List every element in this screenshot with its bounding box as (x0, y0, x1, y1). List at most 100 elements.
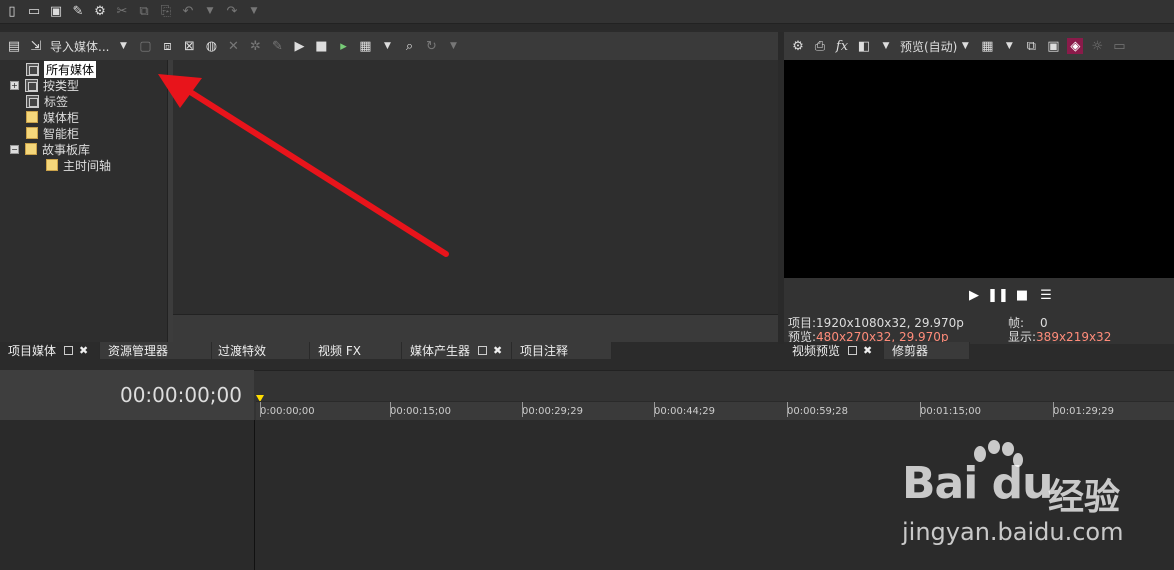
remove-unused-icon[interactable]: ⊠ (181, 38, 197, 54)
folder-icon (26, 111, 38, 123)
media-properties-icon[interactable]: ✎ (269, 38, 285, 54)
ruler-tick: 0:00:00;00 (260, 402, 315, 417)
track-headers[interactable] (0, 420, 255, 570)
display-info: 显示:389x219x32 (1008, 328, 1111, 345)
settings-icon[interactable]: ⚙ (92, 4, 108, 20)
expand-icon[interactable]: + (10, 80, 19, 90)
preview-toolbar: ⚙ ⎙ fx ◧ ▼ 预览(自动) ▼ ▦ ▼ ⧉ ▣ ◈ ☼ ▭ (784, 32, 1174, 60)
ruler-tick: 00:00:15;00 (390, 402, 452, 417)
paste-icon[interactable]: ⎘ (158, 4, 174, 20)
close-icon[interactable]: ✖ (79, 344, 88, 357)
media-bin-tree: 所有媒体 + 按类型 标签 媒体柜 智能柜 − 故事板库 主时间轴 (0, 60, 168, 342)
tab-label: 修剪器 (892, 344, 929, 358)
tree-item-label: 媒体柜 (43, 110, 80, 125)
maximize-icon[interactable] (848, 346, 858, 355)
tab-video-preview[interactable]: 视频预览 ✖ (784, 342, 884, 359)
chevron-down-icon[interactable]: ▼ (202, 4, 218, 20)
media-fx-icon[interactable]: ✲ (247, 38, 263, 54)
delete-icon[interactable]: ✕ (225, 38, 241, 54)
get-media-icon[interactable]: ⧈ (159, 38, 175, 54)
media-icon (26, 94, 39, 108)
right-dock-tabs: 视频预览 ✖ 修剪器 (784, 342, 970, 359)
chevron-down-icon[interactable]: ▼ (445, 38, 461, 54)
tree-item-all-media[interactable]: 所有媒体 (26, 60, 97, 78)
tab-media-generators[interactable]: 媒体产生器 ✖ (402, 342, 512, 359)
chevron-down-icon[interactable]: ▼ (379, 38, 395, 54)
preview-quality-select[interactable]: 预览(自动) (900, 38, 957, 55)
tree-item-storyboard-bin[interactable]: − 故事板库 (10, 141, 90, 157)
capture-icon[interactable]: ▢ (137, 38, 153, 54)
external-monitor-icon[interactable]: ▭ (1111, 38, 1127, 54)
menu-icon[interactable]: ☰ (1038, 287, 1054, 303)
stop-icon[interactable]: ■ (313, 38, 329, 54)
tab-label: 资源管理器 (108, 344, 169, 358)
chevron-down-icon[interactable]: ▼ (115, 38, 131, 54)
tab-trimmer[interactable]: 修剪器 (884, 342, 970, 359)
ruler-tick: 00:01:15;00 (920, 402, 982, 417)
ruler-tick: 00:00:29;29 (522, 402, 584, 417)
collapse-icon[interactable]: − (10, 144, 19, 154)
chevron-down-icon[interactable]: ▼ (246, 4, 262, 20)
folder-icon (46, 159, 58, 171)
display-icon[interactable]: ◈ (1067, 38, 1084, 54)
maximize-icon[interactable] (478, 346, 488, 355)
left-dock-tabs: 项目媒体 ✖ 资源管理器 过渡特效 视频 FX 媒体产生器 ✖ 项目注释 (0, 342, 612, 359)
tree-item-tags[interactable]: 标签 (26, 93, 68, 109)
tree-item-label: 标签 (44, 94, 69, 109)
chevron-down-icon[interactable]: ▼ (957, 38, 973, 54)
tab-project-notes[interactable]: 项目注释 (512, 342, 612, 359)
chevron-down-icon[interactable]: ▼ (1001, 38, 1017, 54)
render-icon[interactable]: ✎ (70, 4, 86, 20)
tab-project-media[interactable]: 项目媒体 ✖ (0, 342, 100, 359)
overlay-icon[interactable]: ☼ (1089, 38, 1105, 54)
media-list-icon[interactable]: ▤ (6, 38, 22, 54)
save-icon[interactable]: ▣ (48, 4, 64, 20)
fx-icon[interactable]: fx (834, 38, 850, 54)
device-icon[interactable]: ⎙ (812, 38, 828, 54)
media-status-bar (173, 314, 778, 342)
undo-icon[interactable]: ↶ (180, 4, 196, 20)
close-icon[interactable]: ✖ (493, 344, 502, 357)
timeline-ruler[interactable]: 0:00:00;00 00:00:15;00 00:00:29;29 00:00… (256, 401, 1174, 420)
tree-item-media-bin[interactable]: 媒体柜 (26, 109, 79, 125)
copy-icon[interactable]: ⧉ (136, 4, 152, 20)
stop-icon[interactable]: ■ (1014, 287, 1030, 303)
tab-explorer[interactable]: 资源管理器 (100, 342, 212, 359)
new-file-icon[interactable]: ▯ (4, 4, 20, 20)
tab-transitions[interactable]: 过渡特效 (212, 342, 310, 359)
tree-item-label: 智能柜 (43, 126, 80, 141)
tab-label: 过渡特效 (218, 344, 267, 358)
media-icon (26, 62, 39, 76)
grid-icon[interactable]: ▦ (979, 38, 995, 54)
copy-snapshot-icon[interactable]: ⧉ (1023, 38, 1039, 54)
chevron-down-icon[interactable]: ▼ (878, 38, 894, 54)
tab-label: 项目媒体 (8, 344, 57, 358)
maximize-icon[interactable] (64, 346, 74, 355)
tree-item-main-timeline[interactable]: 主时间轴 (46, 157, 111, 173)
ruler-tick: 00:01:29;29 (1053, 402, 1115, 417)
cut-icon[interactable]: ✂ (114, 4, 130, 20)
folder-icon (26, 127, 38, 139)
split-screen-icon[interactable]: ◧ (856, 38, 872, 54)
save-snapshot-icon[interactable]: ▣ (1045, 38, 1061, 54)
tab-video-fx[interactable]: 视频 FX (310, 342, 402, 359)
gear-icon[interactable]: ⚙ (790, 38, 806, 54)
play-icon[interactable]: ▶ (291, 38, 307, 54)
project-media-toolbar: ▤ ⇲ 导入媒体... ▼ ▢ ⧈ ⊠ ◍ ✕ ✲ ✎ ▶ ■ ▸ ▦ ▼ ⌕ … (0, 32, 778, 60)
import-media-button[interactable]: 导入媒体... (50, 38, 109, 55)
pause-icon[interactable]: ❚❚ (987, 287, 1009, 303)
open-folder-icon[interactable]: ▭ (26, 4, 42, 20)
import-media-icon[interactable]: ⇲ (28, 38, 44, 54)
views-icon[interactable]: ▦ (357, 38, 373, 54)
tree-item-by-type[interactable]: + 按类型 (10, 77, 79, 93)
display-value: 389x219x32 (1036, 330, 1112, 344)
close-icon[interactable]: ✖ (863, 344, 872, 357)
auto-preview-icon[interactable]: ▸ (335, 38, 351, 54)
display-label: 显示: (1008, 330, 1037, 344)
tree-item-smart-bin[interactable]: 智能柜 (26, 125, 79, 141)
play-icon[interactable]: ▶ (966, 287, 982, 303)
search-icon[interactable]: ⌕ (401, 38, 417, 54)
redo-icon[interactable]: ↷ (224, 4, 240, 20)
refresh-icon[interactable]: ↻ (423, 38, 439, 54)
disc-icon[interactable]: ◍ (203, 38, 219, 54)
